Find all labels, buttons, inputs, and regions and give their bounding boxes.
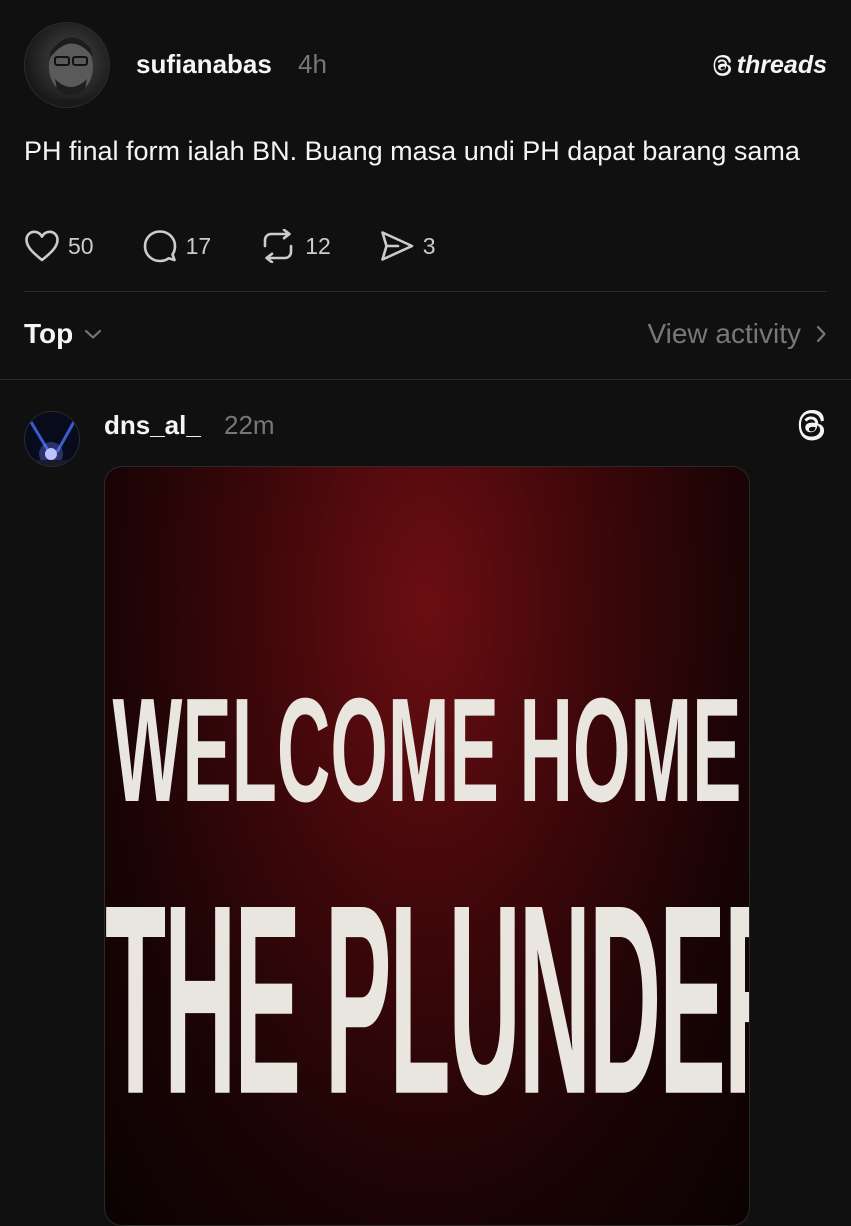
post-actions: 50 17 12 3 (24, 228, 484, 264)
reply-avatar[interactable] (24, 411, 80, 467)
like-count: 50 (68, 232, 94, 259)
chevron-down-icon (85, 329, 102, 339)
post-timestamp: 4h (298, 49, 327, 79)
share-button[interactable]: 3 (379, 229, 436, 263)
chevron-right-icon (816, 325, 826, 343)
threads-logo-icon (798, 410, 825, 441)
reply-threads-logo[interactable] (795, 408, 827, 449)
threads-brand[interactable]: threads (711, 51, 827, 80)
divider (0, 379, 851, 380)
reply-timestamp: 22m (224, 410, 275, 440)
post-username[interactable]: sufianabas (136, 49, 272, 80)
post-media-image[interactable]: WELCOME HOME THE PLUNDERER (104, 466, 750, 1226)
repost-icon (263, 229, 293, 263)
post-header: sufianabas 4h threads (24, 22, 827, 112)
like-button[interactable]: 50 (24, 229, 94, 263)
avatar-image (39, 37, 103, 107)
divider (24, 291, 827, 292)
heart-icon (25, 230, 59, 262)
sort-dropdown[interactable]: Top (24, 318, 103, 350)
threads-brand-label: threads (736, 51, 827, 79)
view-activity-label: View activity (647, 318, 801, 349)
share-count: 3 (422, 232, 436, 259)
comment-icon (143, 230, 176, 263)
reply-avatar-image (25, 412, 79, 466)
reply-count: 17 (185, 232, 212, 259)
repost-count: 12 (305, 232, 331, 259)
send-icon (380, 231, 414, 261)
sort-label: Top (24, 318, 74, 349)
threads-logo-icon (713, 54, 731, 76)
view-activity-link[interactable]: View activity (647, 318, 827, 350)
poster-headline-line-1: WELCOME HOME (112, 667, 742, 833)
repost-button[interactable]: 12 (259, 229, 331, 263)
post-text: PH final form ialah BN. Buang masa undi … (24, 136, 800, 166)
sort-row: Top View activity (24, 316, 827, 356)
avatar[interactable] (24, 22, 110, 108)
poster-headline-line-2: THE PLUNDERER (105, 849, 749, 1153)
reply-username[interactable]: dns_al_ (104, 410, 201, 441)
reply-button[interactable]: 17 (142, 229, 212, 263)
